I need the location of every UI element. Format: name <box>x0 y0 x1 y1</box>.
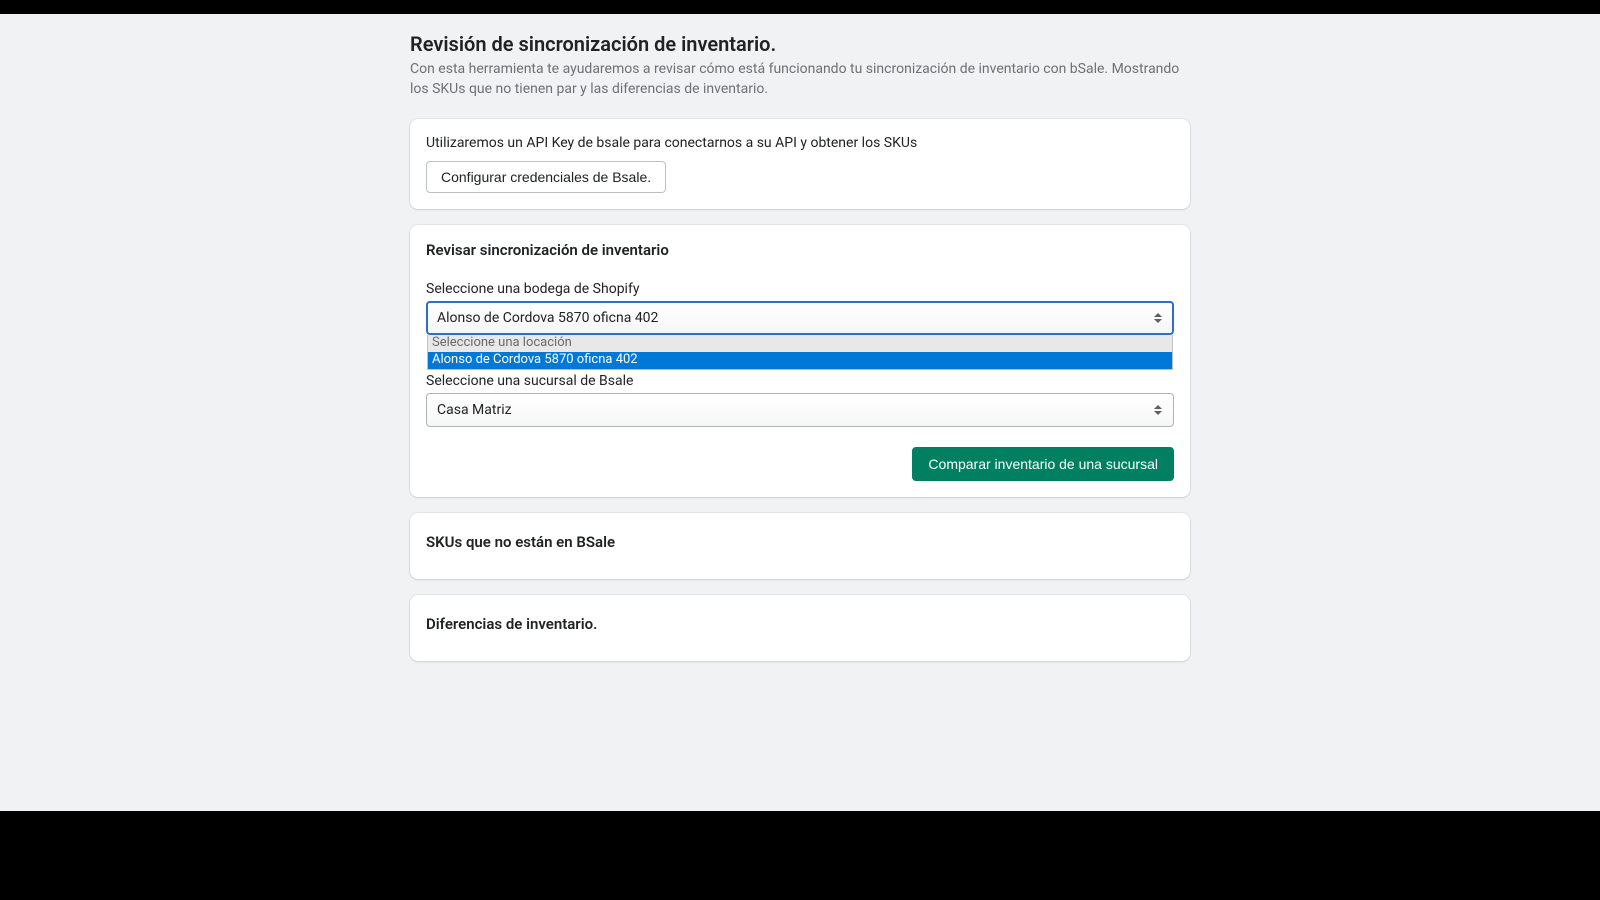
page-description: Con esta herramienta te ayudaremos a rev… <box>410 60 1190 99</box>
container: Revisión de sincronización de inventario… <box>410 14 1190 661</box>
missing-skus-card: SKUs que no están en BSale <box>410 513 1190 579</box>
bsale-branch-label: Seleccione una sucursal de Bsale <box>426 373 1174 389</box>
inventory-differences-title: Diferencias de inventario. <box>426 615 1174 633</box>
inventory-differences-card: Diferencias de inventario. <box>410 595 1190 661</box>
shopify-warehouse-label: Seleccione una bodega de Shopify <box>426 281 1174 297</box>
shopify-warehouse-select[interactable]: Alonso de Cordova 5870 oficna 402 <box>426 301 1174 335</box>
action-row: Comparar inventario de una sucursal <box>426 447 1174 481</box>
credentials-info-text: Utilizaremos un API Key de bsale para co… <box>426 135 1174 151</box>
configure-credentials-button[interactable]: Configurar credenciales de Bsale. <box>426 161 666 193</box>
shopify-select-wrapper: Alonso de Cordova 5870 oficna 402 Selecc… <box>426 301 1174 335</box>
bsale-branch-select[interactable]: Casa Matriz <box>426 393 1174 427</box>
dropdown-placeholder-option[interactable]: Seleccione una locación <box>428 335 1172 352</box>
page-title: Revisión de sincronización de inventario… <box>410 32 1190 56</box>
shopify-dropdown-overlay: Seleccione una locación Alonso de Cordov… <box>427 335 1173 370</box>
credentials-card: Utilizaremos un API Key de bsale para co… <box>410 119 1190 209</box>
shopify-warehouse-group: Seleccione una bodega de Shopify Alonso … <box>426 281 1174 335</box>
bsale-select-wrapper: Casa Matriz <box>426 393 1174 427</box>
bsale-branch-group: Seleccione una sucursal de Bsale Casa Ma… <box>426 373 1174 427</box>
page-wrapper: Revisión de sincronización de inventario… <box>0 14 1600 811</box>
sync-review-title: Revisar sincronización de inventario <box>426 241 1174 259</box>
dropdown-option-selected[interactable]: Alonso de Cordova 5870 oficna 402 <box>428 352 1172 369</box>
sync-review-card: Revisar sincronización de inventario Sel… <box>410 225 1190 497</box>
compare-inventory-button[interactable]: Comparar inventario de una sucursal <box>912 447 1174 481</box>
missing-skus-title: SKUs que no están en BSale <box>426 533 1174 551</box>
